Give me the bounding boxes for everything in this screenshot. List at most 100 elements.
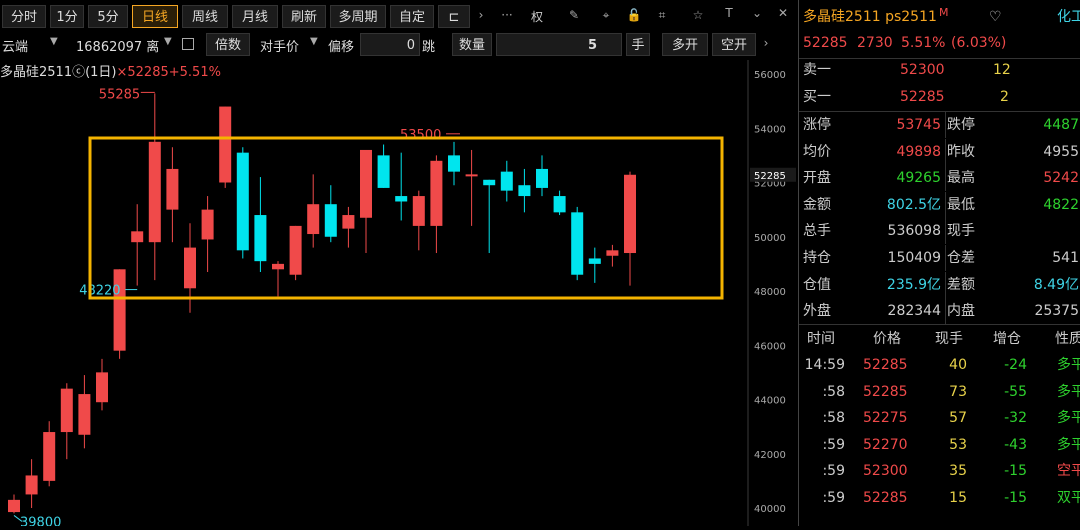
candles (8, 93, 636, 514)
stat-label: 最高 (947, 170, 975, 187)
toolbar: 分时 1分 5分 日线 周线 月线 刷新 多周期 自定 ⊏ › ··· 权 ✎ … (0, 0, 798, 60)
candle-body (518, 185, 531, 197)
stat-value: 4955 (1043, 143, 1079, 160)
sell-open-button[interactable]: 空开 (712, 33, 756, 56)
candle-body (60, 388, 73, 433)
close-marker: ×52285+5.51% (116, 65, 221, 80)
offset-input[interactable]: 0 (360, 33, 420, 56)
period-daily-button[interactable]: 日线 (132, 5, 178, 28)
layout-icon[interactable]: ⊏ (438, 5, 470, 28)
tick-cell: 多平 (1057, 357, 1080, 373)
main-contract-badge: M (939, 6, 949, 19)
source-select[interactable]: 云端 ▼ (2, 36, 58, 55)
candle-body (342, 215, 355, 229)
candle-body (131, 231, 144, 243)
tick-cell: 52270 (863, 436, 908, 453)
tick-row: :59 52270 53 -43 多平 (799, 432, 1080, 458)
stat-label: 总手 (803, 223, 831, 240)
stat-label: 均价 (803, 143, 831, 160)
buy-open-button[interactable]: 多开 (662, 33, 708, 56)
period-5min-button[interactable]: 5分 (88, 5, 128, 28)
buy1-row[interactable]: 买一 52285 2 (799, 84, 1080, 110)
candle-body (483, 179, 496, 186)
period-weekly-button[interactable]: 周线 (182, 5, 228, 28)
change-pct: 5.51% (901, 35, 946, 51)
account-select[interactable]: 16862097 离 ▼ (76, 36, 176, 55)
y-tick-label: 54000 (754, 124, 786, 135)
period-1min-button[interactable]: 1分 (50, 5, 84, 28)
heart-icon[interactable]: ♡ (989, 4, 1002, 30)
refresh-button[interactable]: 刷新 (282, 5, 326, 28)
stat-label: 仓值 (803, 276, 831, 293)
y-tick-label: 56000 (754, 70, 786, 81)
stat-row: 均价 49898 昨收 4955 (799, 138, 1080, 165)
times-button[interactable]: 倍数 (206, 33, 250, 56)
chevron-down-icon[interactable]: ⌄ (748, 6, 766, 20)
more-icon[interactable]: › (760, 36, 772, 50)
sell1-row[interactable]: 卖一 52300 12 (799, 57, 1080, 83)
cursor-icon[interactable]: ⌖ (598, 8, 614, 23)
buy1-qty: 2 (1000, 89, 1009, 105)
pen-icon[interactable]: ✎ (566, 8, 582, 22)
column-divider (945, 271, 946, 298)
tick-cell: 73 (949, 383, 967, 400)
custom-button[interactable]: 自定 (390, 5, 434, 28)
candle-body (166, 168, 179, 210)
rights-toggle[interactable]: 权 (528, 8, 546, 25)
tick-cell: 52285 (863, 490, 908, 506)
column-divider (945, 191, 946, 218)
candle-body (430, 160, 443, 226)
stat-label: 仓差 (947, 250, 975, 266)
multi-period-button[interactable]: 多周期 (330, 5, 386, 28)
stat-row: 持仓 150409 仓差 541 (799, 245, 1080, 271)
stat-value: 53745 (896, 117, 941, 133)
stat-row: 仓值 235.9亿 差额 8.49亿 (799, 271, 1080, 298)
candle-body (78, 394, 91, 435)
dots-icon[interactable]: ··· (498, 8, 516, 22)
tick-cell: 15 (949, 490, 967, 506)
qty-button[interactable]: 数量 (452, 33, 492, 56)
tick-cell: 多平 (1057, 383, 1080, 400)
period-fenshi-button[interactable]: 分时 (2, 5, 46, 28)
column-divider (945, 245, 946, 271)
tick-cell: 52300 (863, 463, 908, 480)
tick-cell: 双平 (1057, 490, 1080, 506)
tick-row: :58 52285 73 -55 多平 (799, 379, 1080, 405)
tick-cell: -24 (1004, 357, 1027, 373)
times-checkbox[interactable] (182, 38, 194, 50)
tick-cell: :59 (822, 490, 845, 506)
kline-svg[interactable]: 4000042000440004600048000500005200054000… (0, 60, 798, 530)
more-icon[interactable]: › (474, 8, 488, 22)
hand-button[interactable]: 手 (626, 33, 650, 56)
kline-chart[interactable]: 40000 42000 44000 46000 48000 50000 52000 54000… (0, 60, 798, 530)
camera-icon[interactable]: ⌗ (654, 8, 670, 23)
candle-body (465, 174, 478, 177)
candle-body (448, 155, 460, 172)
candle-body (254, 215, 267, 262)
chart-title: 多晶硅2511ⓒ(1日)×52285+5.51% (0, 61, 221, 80)
stat-value: 541 (1052, 250, 1079, 266)
contract-title: 多晶硅2511 ps2511 (803, 9, 937, 25)
y-tick-label: 42000 (754, 450, 786, 461)
close-icon[interactable]: ✕ (774, 6, 792, 20)
candle-body (8, 499, 20, 513)
y-tick-label: 40000 (754, 504, 786, 515)
price-type-select[interactable]: 对手价 ▼ (260, 36, 318, 55)
category-tab[interactable]: 化工 (1057, 4, 1080, 30)
chevron-down-icon: ▼ (310, 36, 318, 47)
stat-label: 金额 (803, 196, 831, 213)
star-icon[interactable]: ☆ (690, 8, 706, 22)
stat-value: 150409 (887, 250, 941, 266)
tick-cell: 多平 (1057, 436, 1080, 453)
lock-icon[interactable]: 🔓 (626, 8, 642, 22)
qty-input[interactable]: 5 (496, 33, 622, 56)
price-type-value: 对手价 (260, 40, 300, 55)
tick-row: :58 52275 57 -32 多平 (799, 405, 1080, 431)
candle-body (536, 168, 548, 188)
candle-body (412, 196, 425, 226)
period-monthly-button[interactable]: 月线 (232, 5, 278, 28)
account-value: 16862097 离 (76, 40, 160, 55)
column-divider (945, 165, 946, 192)
text-icon[interactable]: T (720, 6, 738, 20)
candle-body (500, 171, 513, 191)
